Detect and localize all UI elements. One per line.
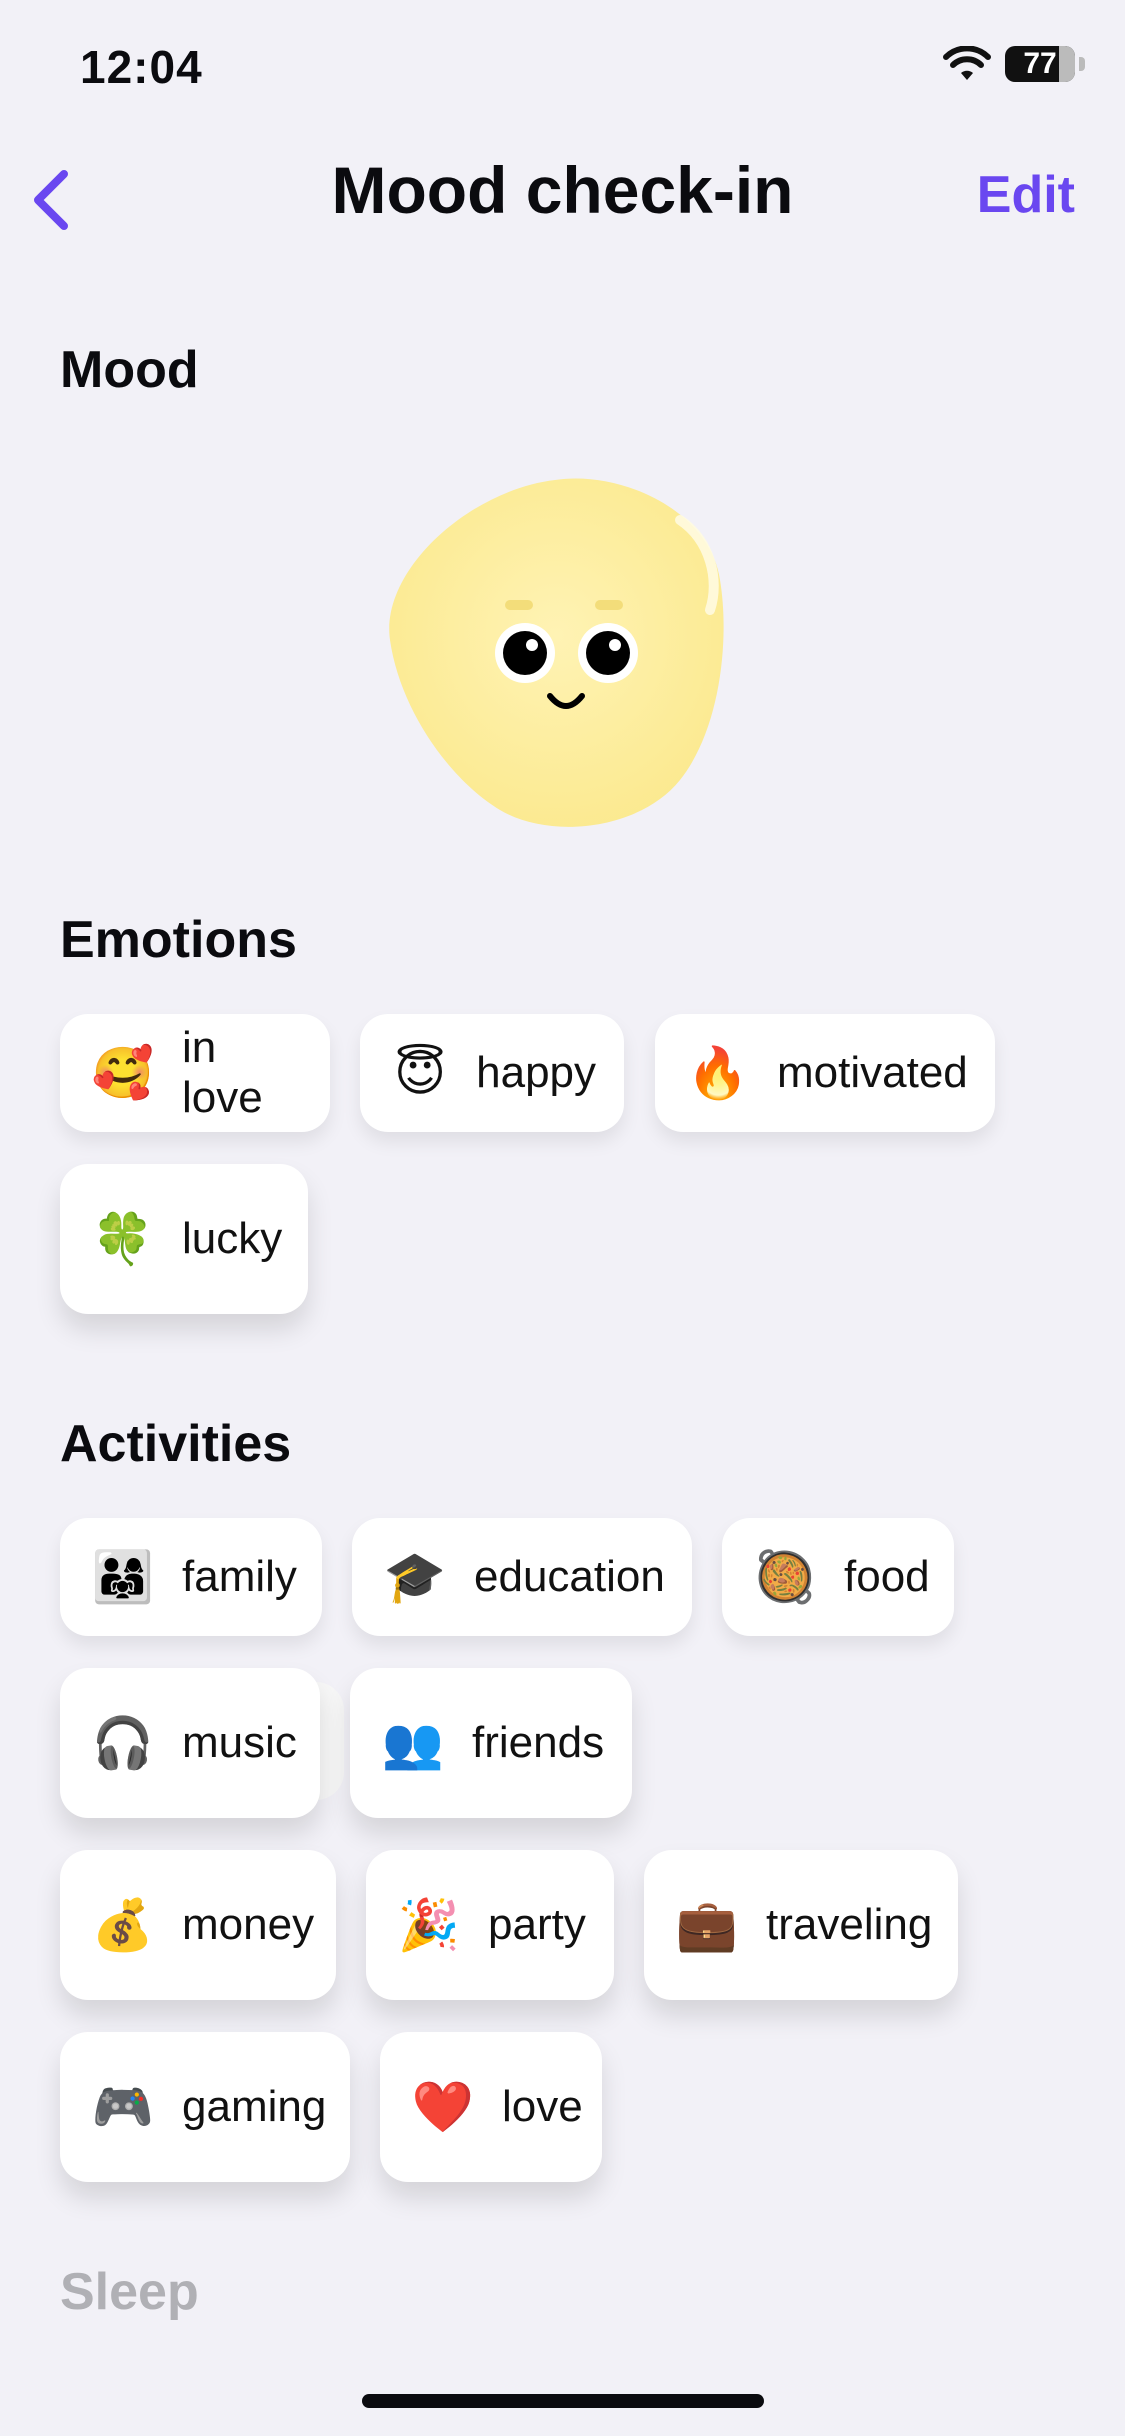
activity-chip-party[interactable]: 🎉 party [366, 1850, 614, 2000]
headphones-icon: 🎧 [91, 1714, 155, 1771]
chip-label: family [182, 1552, 297, 1601]
four-leaf-clover-icon: 🍀 [91, 1210, 155, 1267]
friends-icon: 👥 [381, 1714, 445, 1771]
red-heart-icon: ❤️ [411, 2078, 475, 2135]
activity-chip-education[interactable]: 🎓 education [352, 1518, 692, 1636]
home-indicator[interactable] [362, 2394, 764, 2408]
chip-label: education [474, 1552, 665, 1601]
activity-chip-money[interactable]: 💰 money [60, 1850, 336, 2000]
activity-chip-gaming[interactable]: 🎮 gaming [60, 2032, 350, 2182]
emotion-chip-in-love[interactable]: 🥰 in love [60, 1014, 330, 1132]
chip-label: music [182, 1718, 297, 1767]
sleep-heading: Sleep [60, 2263, 199, 2321]
emotion-chip-motivated[interactable]: 🔥 motivated [655, 1014, 995, 1132]
game-controller-icon: 🎮 [91, 2078, 155, 2135]
activity-chip-love[interactable]: ❤️ love [380, 2032, 602, 2182]
money-bag-icon: 💰 [91, 1896, 155, 1953]
suitcase-icon: 💼 [675, 1896, 739, 1953]
activity-chip-music[interactable]: 🎧 music [60, 1668, 320, 1818]
mood-blob-face[interactable] [380, 470, 750, 840]
party-popper-icon: 🎉 [397, 1896, 461, 1953]
emotions-heading: Emotions [60, 911, 297, 969]
chip-label: love [502, 2082, 583, 2131]
chip-label: food [844, 1552, 930, 1601]
chip-label: happy [476, 1048, 597, 1097]
battery-percent: 77 [1023, 47, 1057, 80]
activities-heading: Activities [60, 1415, 292, 1473]
chip-label: traveling [766, 1900, 933, 1949]
food-pan-icon: 🥘 [753, 1548, 817, 1605]
chip-label: money [182, 1900, 315, 1949]
family-icon: 👨‍👩‍👧 [91, 1548, 155, 1605]
page-title: Mood check-in [331, 153, 794, 227]
emotion-chip-lucky[interactable]: 🍀 lucky [60, 1164, 308, 1314]
edit-button[interactable]: Edit [977, 165, 1075, 225]
activity-chip-family[interactable]: 👨‍👩‍👧 family [60, 1518, 322, 1636]
activity-chip-traveling[interactable]: 💼 traveling [644, 1850, 958, 2000]
fire-icon: 🔥 [686, 1044, 750, 1101]
chip-label: friends [472, 1718, 605, 1767]
chip-label: party [488, 1900, 586, 1949]
chip-label: lucky [182, 1214, 283, 1263]
battery-cap [1079, 57, 1085, 71]
mood-heading: Mood [60, 341, 199, 399]
wifi-icon [943, 46, 991, 80]
emotion-chip-happy[interactable]: 😇 happy [360, 1014, 624, 1132]
battery-icon: 77 [1005, 46, 1075, 82]
smiling-face-with-hearts-icon: 🥰 [91, 1044, 155, 1101]
status-time: 12:04 [80, 41, 203, 93]
graduation-cap-icon: 🎓 [383, 1548, 447, 1605]
activity-chip-friends[interactable]: 👥 friends [350, 1668, 632, 1818]
chip-label: motivated [777, 1048, 968, 1097]
activity-chip-food[interactable]: 🥘 food [722, 1518, 954, 1636]
chip-label: gaming [182, 2082, 327, 2131]
chip-label: in love [182, 1023, 263, 1122]
status-icons: 77 [943, 46, 1085, 82]
halo-face-icon: 😇 [394, 1045, 447, 1101]
